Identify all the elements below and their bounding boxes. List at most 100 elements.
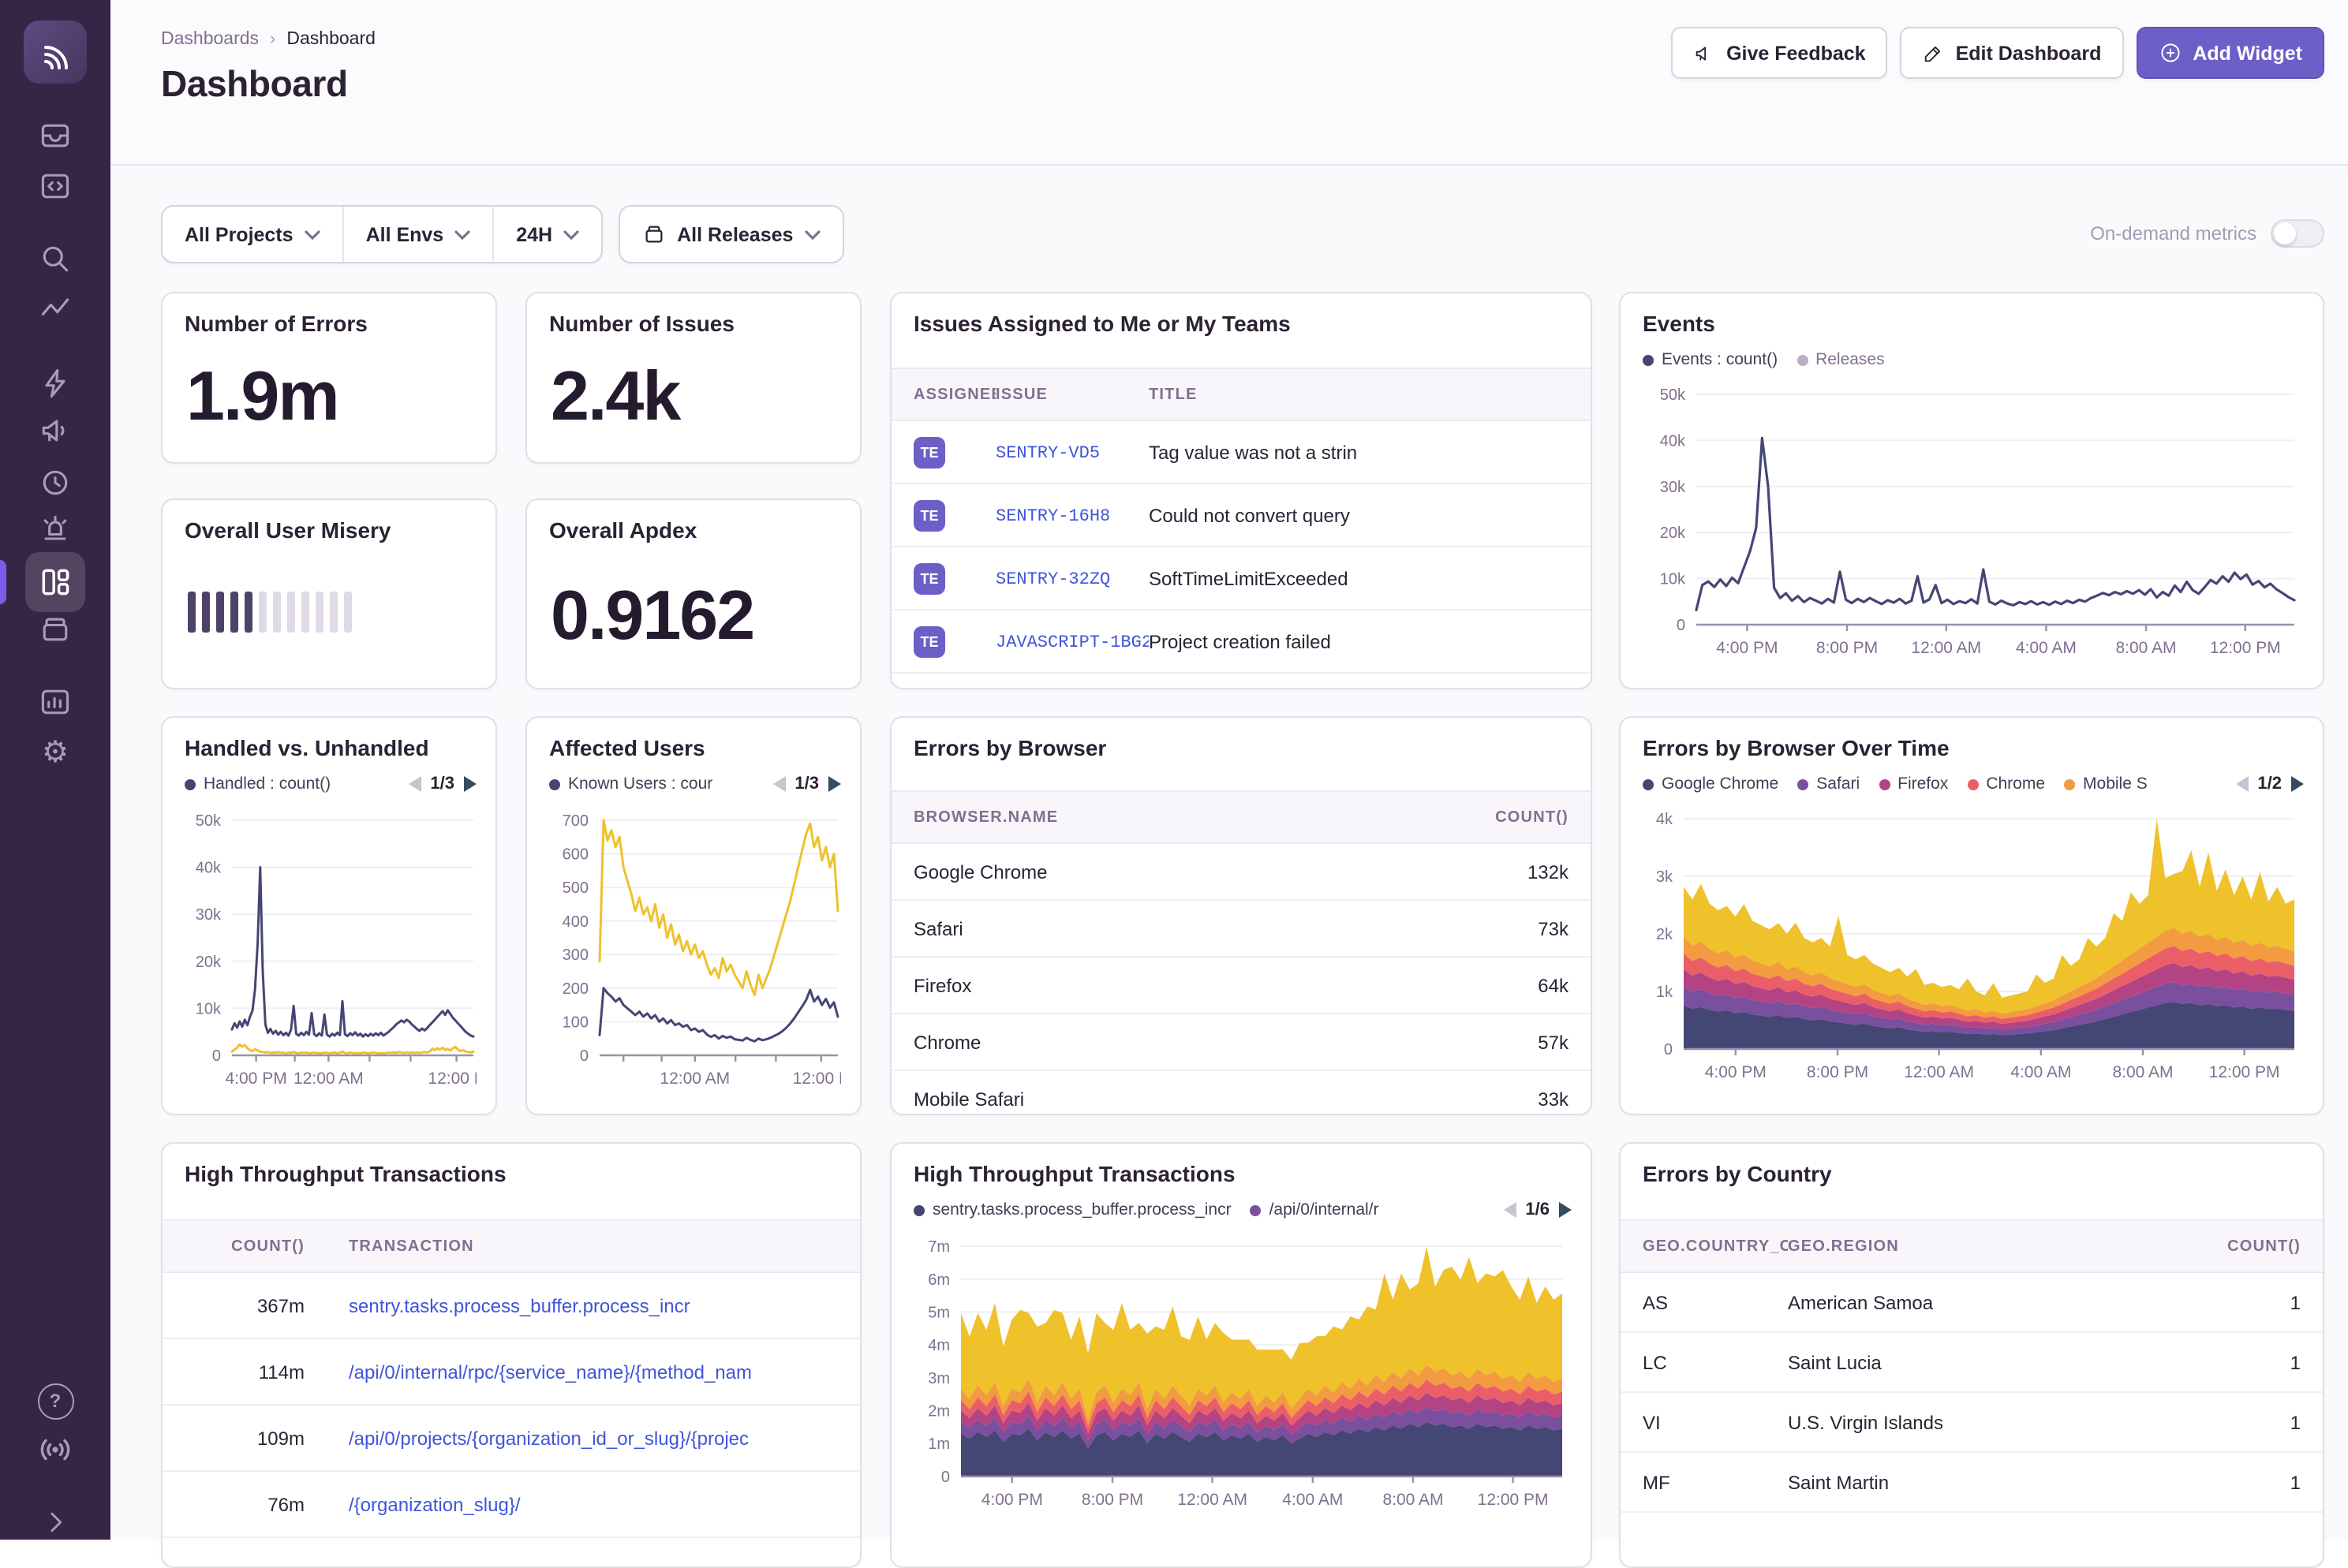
legend-item[interactable]: Google Chrome [1643,775,1778,793]
table-cell: Saint Lucia [1788,1351,1882,1373]
misery-bar [230,592,238,633]
sidebar-item-releases[interactable] [28,603,82,656]
svg-text:12:00 AM: 12:00 AM [1177,1491,1247,1509]
next-page-arrow[interactable] [1559,1202,1572,1218]
table-row: 109m/api/0/projects/{organization_id_or_… [163,1406,860,1472]
column-header[interactable]: BROWSER.NAME [914,808,1426,826]
legend-item[interactable]: Mobile S [2064,775,2148,793]
widget-title: Handled vs. Unhandled [185,735,429,760]
time-range-filter[interactable]: 24H [492,207,601,262]
table-header: BROWSER.NAME COUNT() [892,790,1591,844]
prev-page-arrow[interactable] [408,776,421,792]
transaction-link[interactable]: sentry.tasks.process_buffer.process_incr [349,1294,690,1316]
legend-item[interactable]: /api/0/internal/r [1250,1200,1379,1219]
issue-link[interactable]: JAVASCRIPT-1BG2 [996,634,1149,653]
svg-text:40k: 40k [196,860,222,877]
misery-bar [188,592,196,633]
table-cell: Safari [914,917,963,939]
issues-count-value: 2.4k [551,358,681,435]
sidebar-item-help[interactable]: ? [28,1374,82,1428]
next-page-arrow[interactable] [828,776,841,792]
misery-bar [259,592,267,633]
legend-item[interactable]: Chrome [1967,775,2045,793]
breadcrumb-dashboards-link[interactable]: Dashboards [161,30,259,49]
sentry-logo[interactable] [24,21,87,84]
svg-text:3k: 3k [1656,868,1673,886]
edit-dashboard-button[interactable]: Edit Dashboard [1900,27,2124,79]
browser-over-time-area-chart[interactable]: 0 1k 2k 3k 4k 4:00 PM 8:00 PM 12:00 AM 4:00 AM 8:… [1643,812,2304,1099]
sidebar-collapse-toggle[interactable] [28,1495,82,1549]
next-page-arrow[interactable] [2291,776,2304,792]
apdex-value: 0.9162 [551,577,755,655]
page-header: Dashboards › Dashboard Dashboard Give Fe… [110,0,2348,166]
widget-handled-vs-unhandled: Handled vs. Unhandled Handled : count() 1… [161,716,497,1115]
project-filter[interactable]: All Projects [163,207,342,262]
sidebar-item-issues[interactable] [28,109,82,162]
legend-item[interactable]: Known Users : cour [549,775,712,793]
prev-page-arrow[interactable] [772,776,786,792]
sidebar-item-search[interactable] [28,232,82,286]
misery-bar [330,592,338,633]
prev-page-arrow[interactable] [2235,776,2249,792]
table-cell: 132k [1527,861,1568,883]
column-header[interactable]: GEO.REGION [1788,1238,2190,1255]
sidebar-item-alerts[interactable] [28,503,82,557]
table-cell: 1 [2290,1471,2301,1493]
prev-page-arrow[interactable] [1503,1202,1516,1218]
releases-filter[interactable]: All Releases [620,207,842,262]
high-throughput-area-chart[interactable]: 0 1m 2m 3m 4m 5m 6m 7m 4:00 PM 8:00 PM 12:00 AM 4:0… [914,1240,1572,1527]
column-header[interactable]: COUNT() [185,1238,305,1255]
table-row: TE SENTRY-VD5 Tag value was not a strin [892,421,1591,484]
sidebar-item-traces[interactable] [28,282,82,336]
svg-text:1k: 1k [1656,984,1673,1001]
svg-text:20k: 20k [196,954,222,971]
legend-item[interactable]: Events : count() [1643,350,1778,369]
legend-item[interactable]: Safari [1797,775,1860,793]
transaction-link[interactable]: /{organization_slug}/ [349,1493,521,1515]
column-header[interactable]: ISSUE [996,386,1149,403]
legend-item[interactable]: Handled : count() [185,775,331,793]
events-line-chart[interactable]: 0 10k 20k 30k 40k 50k 4:00 PM 8:00 PM 12:00 AM 4:… [1643,388,2304,675]
assignee-avatar[interactable]: TE [914,499,945,531]
sidebar-item-whats-new[interactable] [28,1423,82,1477]
sidebar-item-stats[interactable] [28,675,82,729]
affected-users-line-chart[interactable]: 0 100 200 300 400 500 600 700 12:00 AM 12:00 P [549,814,841,1098]
on-demand-metrics-toggle[interactable] [2271,219,2324,248]
issue-link[interactable]: SENTRY-VD5 [996,445,1100,464]
column-header[interactable]: TRANSACTION [305,1238,838,1255]
breadcrumb: Dashboards › Dashboard [161,30,376,49]
table-header: COUNT() TRANSACTION [163,1219,860,1273]
sidebar-item-settings[interactable]: ⚙ [28,726,82,779]
environment-filter[interactable]: All Envs [342,207,493,262]
widget-title: Overall User Misery [185,517,391,543]
transaction-link[interactable]: /api/0/projects/{organization_id_or_slug… [349,1427,749,1449]
issue-link[interactable]: SENTRY-16H8 [996,508,1110,527]
sidebar-item-feedback[interactable] [28,404,82,457]
column-header[interactable]: GEO.COUNTRY_CODE [1643,1238,1788,1255]
next-page-arrow[interactable] [464,776,477,792]
column-header[interactable]: ASSIGNEE [914,386,996,403]
table-row: LC Saint Lucia 1 [1621,1333,2323,1393]
legend-item[interactable]: Releases [1797,350,1885,369]
assignee-avatar[interactable]: TE [914,562,945,594]
sidebar-item-replays[interactable] [28,456,82,510]
table-cell: 57k [1538,1031,1568,1053]
issue-link[interactable]: SENTRY-32ZQ [996,571,1110,590]
give-feedback-button[interactable]: Give Feedback [1671,27,1888,79]
column-header[interactable]: COUNT() [1426,808,1568,826]
legend-item[interactable]: Firefox [1879,775,1948,793]
sidebar-item-lightning[interactable] [28,357,82,410]
handled-line-chart[interactable]: 0 10k 20k 30k 40k 50k 4:00 PM 12:00 AM 12:00 P [185,814,477,1098]
sidebar-item-projects[interactable] [28,159,82,213]
assignee-avatar[interactable]: TE [914,436,945,468]
legend-item[interactable]: sentry.tasks.process_buffer.process_incr [914,1200,1232,1219]
add-widget-button[interactable]: Add Widget [2136,27,2324,79]
table-row: MF Saint Martin 1 [1621,1453,2323,1513]
column-header[interactable]: TITLE [1149,386,1568,403]
assignee-avatar[interactable]: TE [914,625,945,657]
dashboards-grid-icon [42,569,69,595]
release-box-icon [645,226,663,243]
column-header[interactable]: COUNT() [2190,1238,2301,1255]
transaction-link[interactable]: /api/0/internal/rpc/{service_name}/{meth… [349,1361,752,1383]
widget-errors-by-country: Errors by Country GEO.COUNTRY_CODEGEO.RE… [1619,1142,2324,1568]
